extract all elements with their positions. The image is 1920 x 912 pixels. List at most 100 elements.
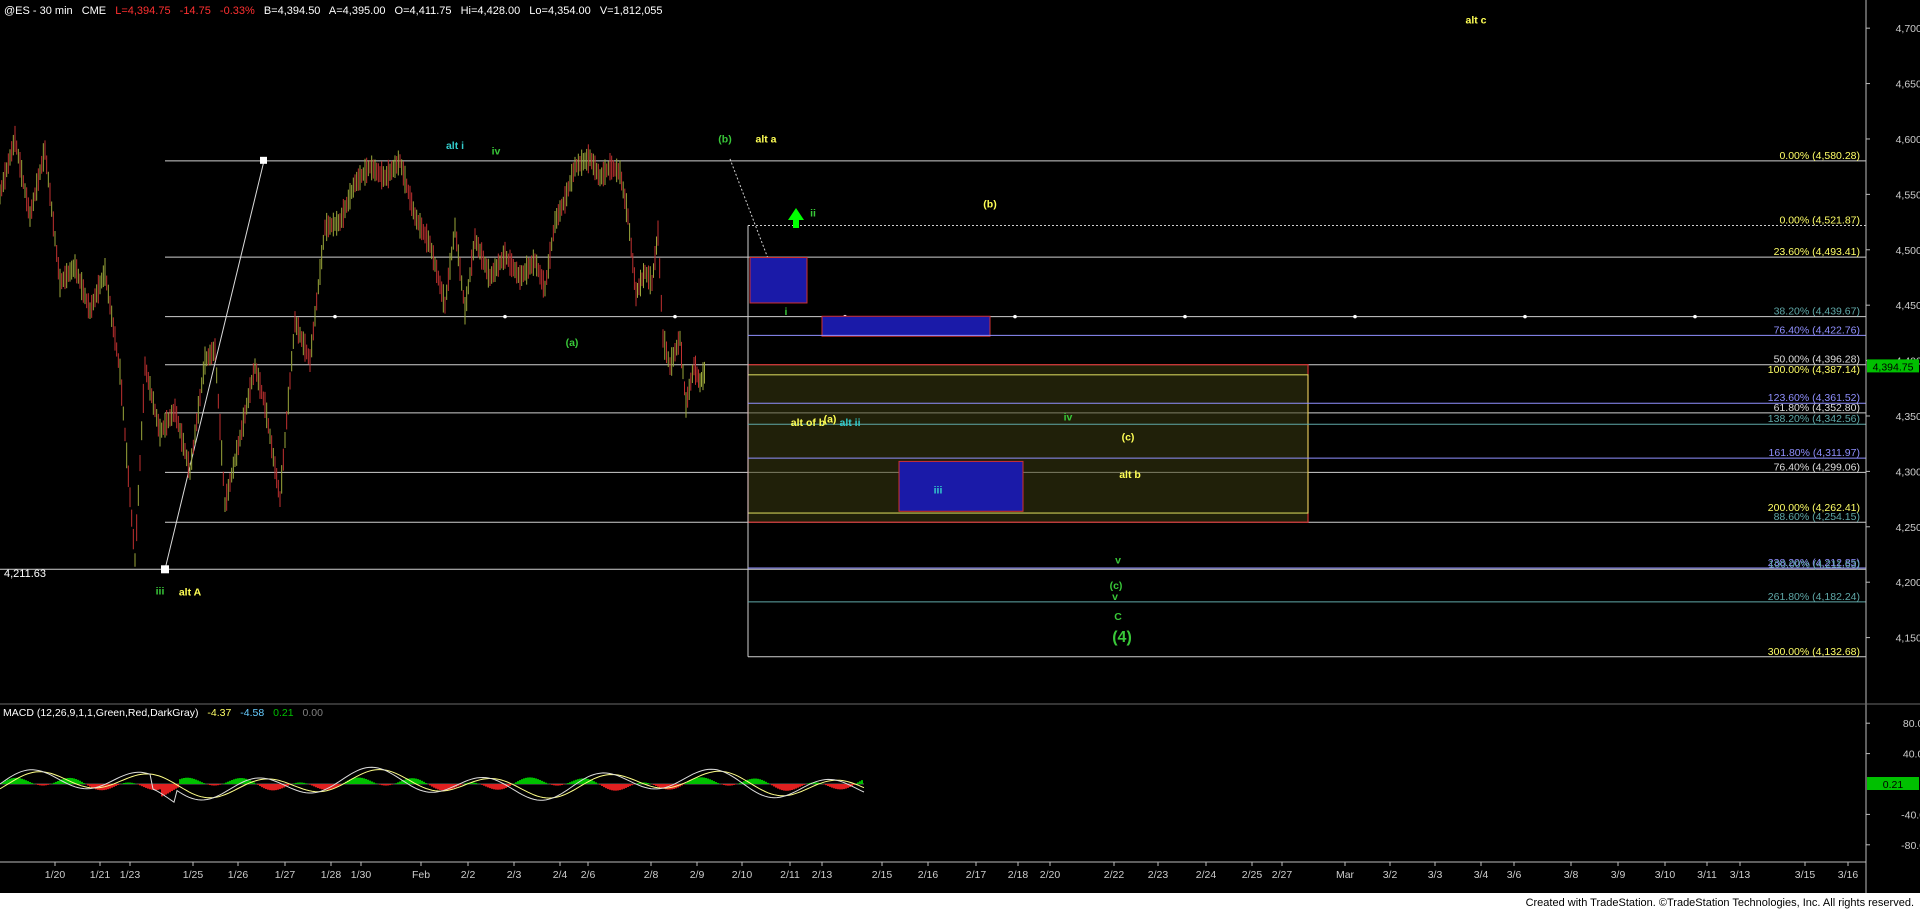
fib-level-label: 100.00% (4,211.63) [1769, 558, 1860, 570]
fib-level-label: 88.60% (4,254.15) [1774, 511, 1860, 523]
trendline-anchor [161, 565, 169, 574]
wave-label: (c) [1122, 431, 1135, 443]
time-tick-label: 3/13 [1730, 869, 1751, 881]
trendline-anchor [260, 156, 267, 164]
time-tick-label: 3/15 [1795, 869, 1816, 881]
macd-value-1: -4.37 [207, 707, 231, 719]
time-tick-label: 2/4 [553, 869, 568, 881]
macd-tick-label: 40.00 [1903, 749, 1920, 761]
time-tick-label: 2/23 [1148, 869, 1169, 881]
time-tick-label: 2/11 [780, 869, 800, 881]
level-dot [1183, 314, 1187, 319]
open-label: O=4,411.75 [395, 5, 452, 17]
macd-tick-label: -80.00 [1901, 840, 1920, 852]
fib-level-label: 0.00% (4,580.28) [1779, 150, 1860, 162]
time-tick-label: 1/23 [120, 869, 141, 881]
wave-label: alt ii [839, 417, 860, 429]
time-tick-label: 3/9 [1611, 869, 1626, 881]
time-tick-label: 2/27 [1272, 869, 1293, 881]
level-dot [1353, 314, 1357, 319]
time-tick-label: 2/25 [1242, 869, 1263, 881]
time-tick-label: 1/25 [183, 869, 204, 881]
price-tick-label: 4,700.00 [1896, 23, 1920, 35]
level-dot [673, 314, 677, 319]
level-dot [1693, 314, 1697, 319]
change-pct-label: -0.33% [220, 5, 255, 17]
wave-label: iv [1064, 411, 1073, 423]
macd-label: MACD (12,26,9,1,1,Green,Red,DarkGray) [3, 707, 199, 719]
time-tick-label: 2/6 [581, 869, 596, 881]
time-tick-label: 2/15 [872, 869, 893, 881]
time-tick-label: 2/18 [1008, 869, 1029, 881]
macd-tick-label: 80.00 [1903, 718, 1920, 730]
symbol-label: @ES - 30 min [4, 5, 73, 17]
level-dot [333, 314, 337, 319]
fib-level-label: 38.20% (4,439.67) [1774, 306, 1860, 318]
time-tick-label: 3/6 [1507, 869, 1522, 881]
high-label: Hi=4,428.00 [461, 5, 521, 17]
time-tick-label: Mar [1336, 869, 1355, 881]
time-tick-label: 1/26 [228, 869, 249, 881]
wave-label: (b) [718, 133, 731, 145]
fib-level-label: 0.00% (4,521.87) [1779, 215, 1860, 227]
wave-label: iii [156, 585, 165, 597]
price-tick-label: 4,500.00 [1896, 245, 1920, 257]
macd-value-4: 0.00 [303, 707, 324, 719]
time-tick-label: 2/10 [732, 869, 753, 881]
time-tick-label: 2/9 [690, 869, 705, 881]
wave-label: (a) [824, 414, 837, 426]
time-tick-label: 2/17 [966, 869, 987, 881]
exchange-label: CME [82, 5, 106, 17]
wave-label: iii [934, 485, 943, 497]
wave-label: (a) [566, 337, 579, 349]
ask-label: A=4,395.00 [329, 5, 386, 17]
level-dot [503, 314, 507, 319]
time-tick-label: 3/3 [1428, 869, 1443, 881]
wave-label: i [785, 306, 788, 318]
time-tick-label: 2/2 [461, 869, 476, 881]
wave-label: alt i [446, 140, 464, 152]
time-tick-label: 2/13 [812, 869, 833, 881]
wave-label: ii [810, 208, 816, 220]
svg-text:MACD (12,26,9,1,1,Green,Red,Da: MACD (12,26,9,1,1,Green,Red,DarkGray) -4… [3, 707, 323, 719]
wave-label: (4) [1112, 629, 1132, 646]
wave-label: C [1114, 611, 1122, 623]
time-tick-label: 2/3 [507, 869, 522, 881]
last-price-label: L=4,394.75 [115, 5, 170, 17]
time-tick-label: 1/28 [321, 869, 342, 881]
price-tick-label: 4,250.00 [1896, 522, 1920, 534]
change-label: -14.75 [180, 5, 211, 17]
target-zone-box [747, 364, 1309, 523]
price-tick-label: 4,300.00 [1896, 466, 1920, 478]
fib-level-label: 261.80% (4,182.24) [1768, 591, 1860, 603]
time-tick-label: 1/21 [90, 869, 111, 881]
fib-level-label: 161.80% (4,311.97) [1769, 447, 1860, 459]
time-tick-label: 1/20 [45, 869, 66, 881]
fib-level-label: 76.40% (4,422.76) [1774, 324, 1860, 336]
blue-box [749, 257, 808, 304]
wave-label: iv [492, 145, 501, 157]
last-price-tag-label: 4,394.75 [1873, 361, 1914, 373]
fib-level-label: 61.80% (4,352.80) [1774, 402, 1860, 414]
macd-last-tag-label: 0.21 [1883, 779, 1904, 791]
time-tick-label: Feb [412, 869, 430, 881]
price-tick-label: 4,200.00 [1896, 577, 1920, 589]
svg-text:@ES - 30 min CME L=4,3: @ES - 30 min CME L=4,394.75 -14.75 -0.33… [4, 5, 663, 17]
footer-credit: Created with TradeStation. ©TradeStation… [1525, 897, 1914, 909]
time-tick-label: 2/20 [1040, 869, 1061, 881]
bid-label: B=4,394.50 [264, 5, 321, 17]
fib-level-label: 138.20% (4,342.56) [1768, 413, 1860, 425]
blue-box [898, 460, 1024, 512]
time-tick-label: 2/16 [918, 869, 939, 881]
level-dot [1523, 314, 1527, 319]
blue-box [821, 315, 991, 337]
price-tick-label: 4,450.00 [1896, 300, 1920, 312]
wave-label: alt c [1465, 15, 1486, 27]
wave-label: alt A [179, 586, 202, 598]
macd-value-3: 0.21 [273, 707, 294, 719]
price-tick-label: 4,550.00 [1896, 189, 1920, 201]
wave-label: alt b [1119, 469, 1141, 481]
wave-label: alt a [755, 133, 776, 145]
price-tick-label: 4,350.00 [1896, 411, 1920, 423]
chart-window: { "header": { "symbol": "@ES - 30 min", … [0, 0, 1920, 912]
